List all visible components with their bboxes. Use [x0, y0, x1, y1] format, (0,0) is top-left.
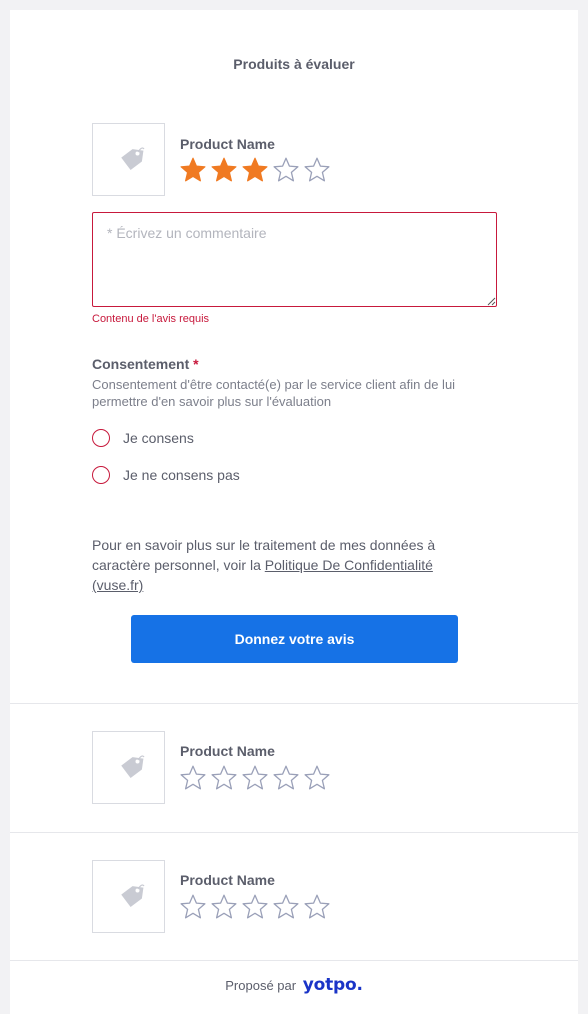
consent-label-text: Consentement: [92, 356, 190, 372]
consent-yes-label: Je consens: [123, 430, 194, 446]
resize-grip-icon[interactable]: [486, 296, 496, 306]
consent-yes-option[interactable]: Je consens: [92, 429, 194, 447]
consent-description: Consentement d'être contacté(e) par le s…: [92, 377, 456, 409]
consent-label: Consentement *: [92, 356, 199, 372]
product-image-1: [92, 123, 165, 196]
divider: [10, 960, 578, 961]
star-empty-icon[interactable]: [179, 893, 207, 921]
review-comment-input[interactable]: [92, 212, 497, 307]
star-empty-icon[interactable]: [210, 764, 238, 792]
star-empty-icon[interactable]: [303, 893, 331, 921]
product-name-1: Product Name: [180, 136, 275, 152]
star-empty-icon[interactable]: [272, 764, 300, 792]
submit-review-button[interactable]: Donnez votre avis: [131, 615, 458, 663]
review-form-card: Produits à évaluer Product Name Contenu …: [10, 10, 578, 1014]
consent-no-option[interactable]: Je ne consens pas: [92, 466, 240, 484]
star-filled-icon[interactable]: [179, 156, 207, 184]
page-title: Produits à évaluer: [233, 56, 355, 72]
tag-icon: [121, 755, 145, 779]
powered-by-text: Proposé par: [225, 978, 297, 993]
required-mark: *: [193, 356, 199, 372]
consent-no-label: Je ne consens pas: [123, 467, 240, 483]
star-empty-icon[interactable]: [272, 156, 300, 184]
star-empty-icon[interactable]: [210, 893, 238, 921]
star-filled-icon[interactable]: [210, 156, 238, 184]
tag-icon: [121, 884, 145, 908]
product-name-3: Product Name: [180, 872, 275, 888]
privacy-notice: Pour en savoir plus sur le traitement de…: [92, 535, 472, 595]
star-rating-3[interactable]: [179, 893, 331, 921]
divider: [10, 703, 578, 704]
product-name-2: Product Name: [180, 743, 275, 759]
yotpo-logo[interactable]: yotpo.: [303, 975, 363, 995]
star-empty-icon[interactable]: [241, 764, 269, 792]
consent-no-radio[interactable]: [92, 466, 110, 484]
star-empty-icon[interactable]: [303, 764, 331, 792]
consent-yes-radio[interactable]: [92, 429, 110, 447]
product-image-3: [92, 860, 165, 933]
star-rating-1[interactable]: [179, 156, 331, 184]
divider: [10, 832, 578, 833]
star-rating-2[interactable]: [179, 764, 331, 792]
star-empty-icon[interactable]: [272, 893, 300, 921]
star-empty-icon[interactable]: [303, 156, 331, 184]
tag-icon: [121, 147, 145, 171]
star-filled-icon[interactable]: [241, 156, 269, 184]
star-empty-icon[interactable]: [241, 893, 269, 921]
product-image-2: [92, 731, 165, 804]
star-empty-icon[interactable]: [179, 764, 207, 792]
powered-by-footer: Proposé par yotpo.: [10, 975, 578, 995]
review-error-message: Contenu de l'avis requis: [92, 313, 210, 325]
